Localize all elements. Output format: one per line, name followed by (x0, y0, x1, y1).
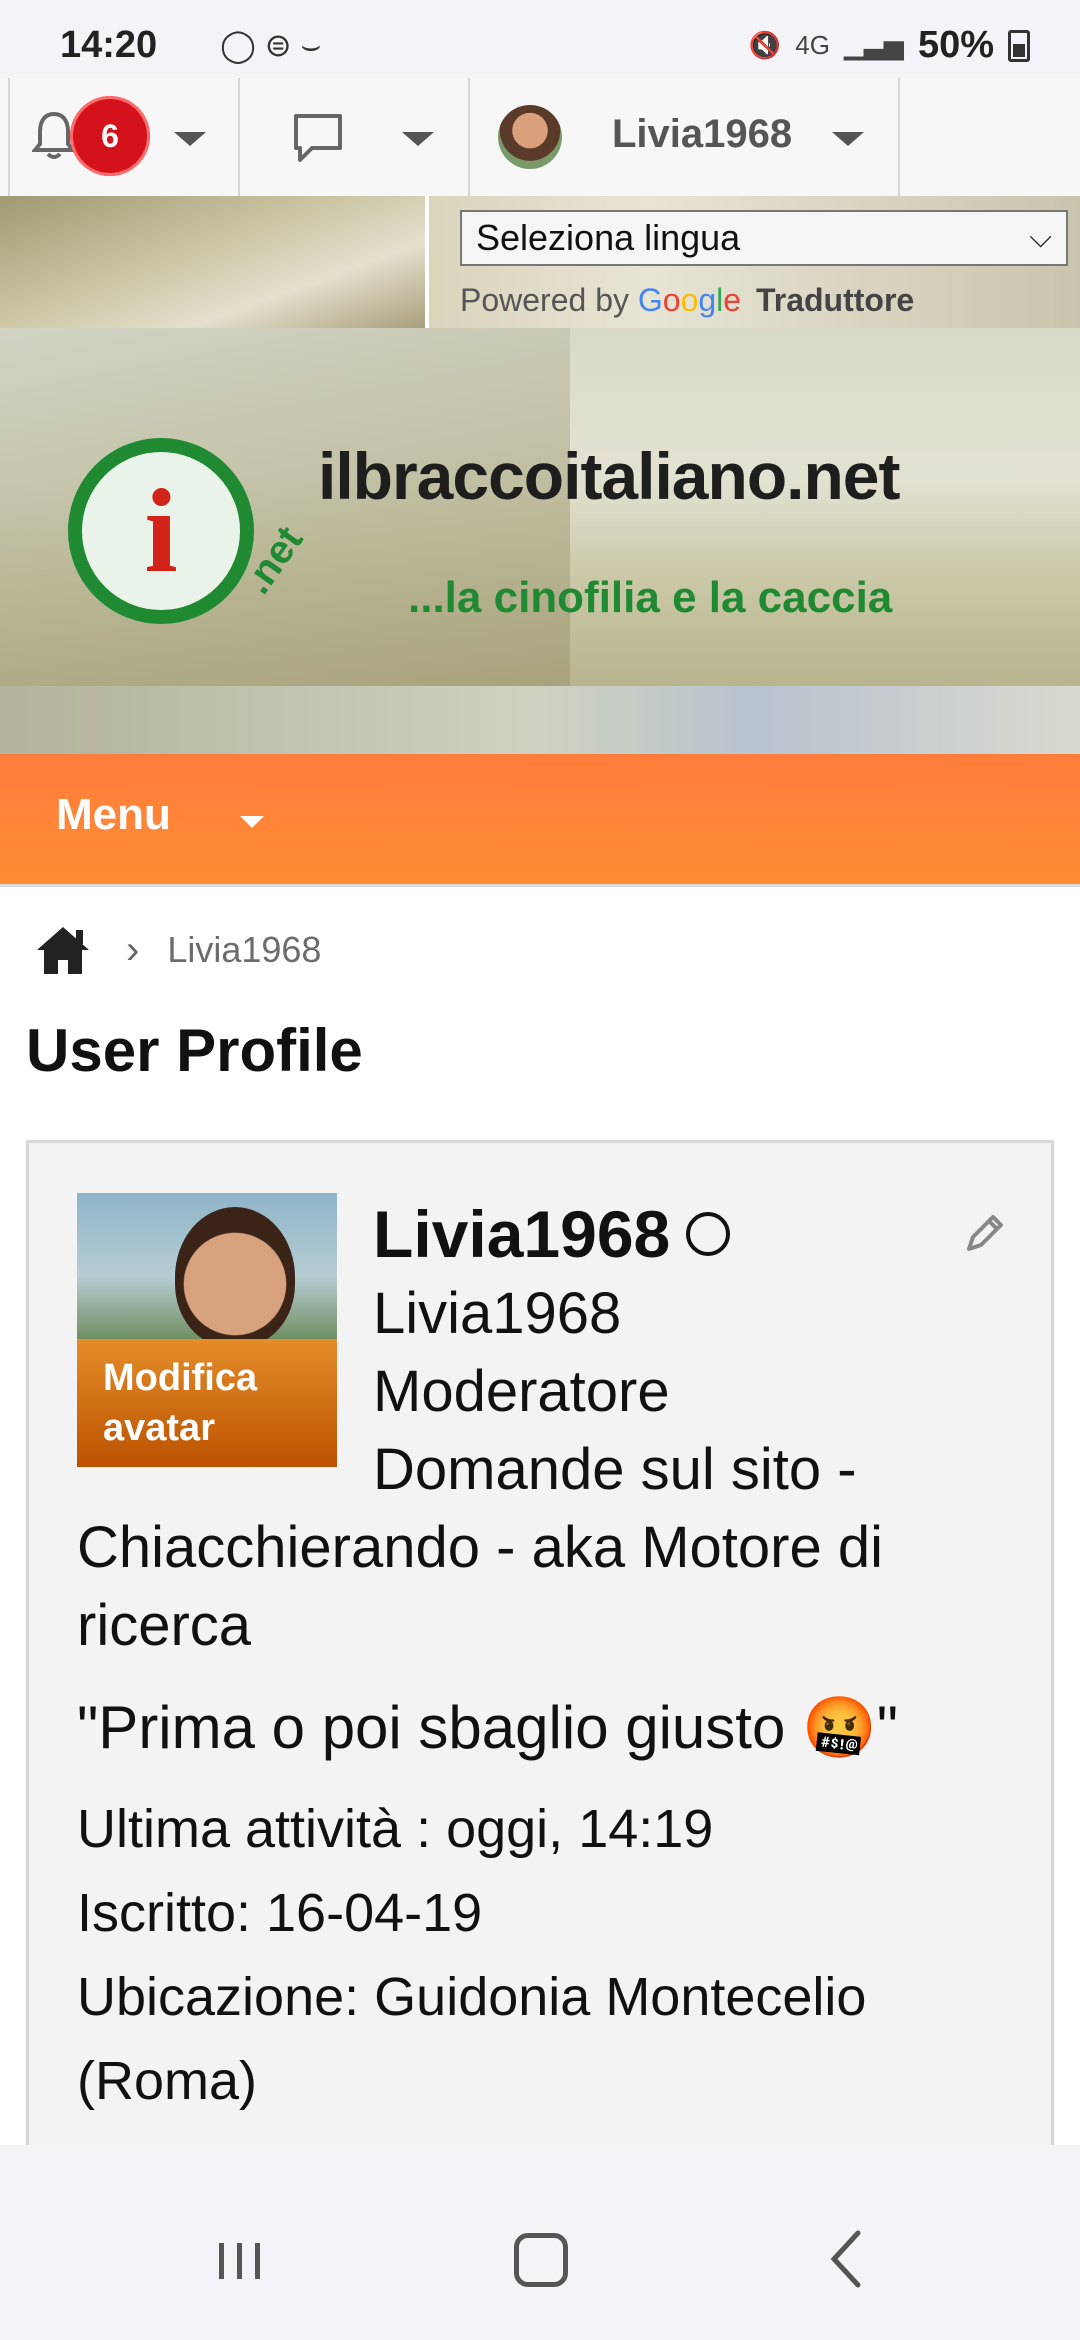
translator-label: Traduttore (755, 282, 915, 318)
app-notification-icons: ◯ ⊜ ⌣ (220, 27, 322, 63)
powered-by-label: Powered by (460, 282, 629, 318)
chevron-right-icon: › (126, 927, 140, 972)
signal-icon: ▁▃▅ (843, 30, 904, 60)
home-icon[interactable] (34, 924, 92, 976)
location: Ubicazione: Guidonia Montecelio (Roma) (77, 1967, 867, 2111)
online-status-icon (686, 1212, 731, 1256)
profile-details: Livia1968 Livia1968 Moderatore Domande s… (77, 1193, 1007, 2123)
notifications-button[interactable]: 6 (8, 78, 240, 196)
site-tagline: ...la cinofilia e la caccia (408, 573, 893, 622)
page-title: User Profile (26, 1017, 363, 1084)
language-select[interactable]: Seleziona lingua ⌵ (460, 210, 1068, 266)
system-indicators: 🔇 4G ▁▃▅ 50% (749, 24, 1030, 67)
banner-strip (0, 686, 1080, 754)
chevron-down-icon[interactable] (174, 132, 206, 146)
header-photo (0, 196, 429, 328)
profile-stats: Ultima attività : oggi, 14:19 Iscritto: … (77, 1787, 1007, 2123)
profile-motto: "Prima o poi sbaglio giusto 🤬" (77, 1694, 899, 1761)
home-button-icon[interactable] (514, 2233, 568, 2287)
chevron-down-icon[interactable] (402, 132, 434, 146)
recent-apps-icon[interactable] (215, 2241, 265, 2281)
breadcrumb: › Livia1968 (34, 920, 321, 980)
powered-by-google-translate[interactable]: Powered by Google Traduttore (460, 282, 914, 319)
breadcrumb-current: Livia1968 (167, 929, 322, 970)
top-toolbar: 6 Livia1968 (0, 78, 1080, 197)
status-bar: 14:20 ◯ ⊜ ⌣ 🔇 4G ▁▃▅ 50% (0, 0, 1080, 78)
site-name: ilbraccoitaliano.net (318, 439, 900, 513)
battery-percent: 50% (917, 24, 994, 66)
chevron-down-icon[interactable] (240, 816, 264, 828)
notification-count-badge: 6 (70, 96, 150, 176)
last-activity: Ultima attività : oggi, 14:19 (77, 1799, 714, 1859)
battery-icon (1008, 29, 1030, 62)
chat-icon (294, 114, 342, 162)
back-icon[interactable] (822, 2229, 872, 2289)
menu-button[interactable]: Menu (56, 790, 171, 840)
main-menu-bar: Menu (0, 754, 1080, 887)
clock: 14:20 (60, 24, 158, 66)
site-logo: i (68, 438, 254, 624)
messages-button[interactable] (238, 78, 470, 196)
avatar (498, 105, 562, 169)
toolbar-username: Livia1968 (612, 112, 793, 156)
chevron-down-icon: ⌵ (1029, 221, 1052, 254)
network-type: 4G (795, 30, 830, 60)
user-menu-button[interactable]: Livia1968 (468, 78, 900, 196)
system-nav-bar (0, 2145, 1080, 2340)
profile-username: Livia1968 (373, 1193, 731, 1275)
translate-band: Seleziona lingua ⌵ Powered by Google Tra… (0, 196, 1080, 328)
chevron-down-icon[interactable] (832, 132, 864, 146)
language-select-value: Seleziona lingua (476, 217, 741, 258)
mute-icon: 🔇 (748, 30, 782, 60)
site-banner[interactable]: i .net ilbraccoitaliano.net ...la cinofi… (0, 328, 1080, 754)
google-logo: Google (637, 282, 742, 318)
joined-date: Iscritto: 16-04-19 (77, 1883, 483, 1943)
